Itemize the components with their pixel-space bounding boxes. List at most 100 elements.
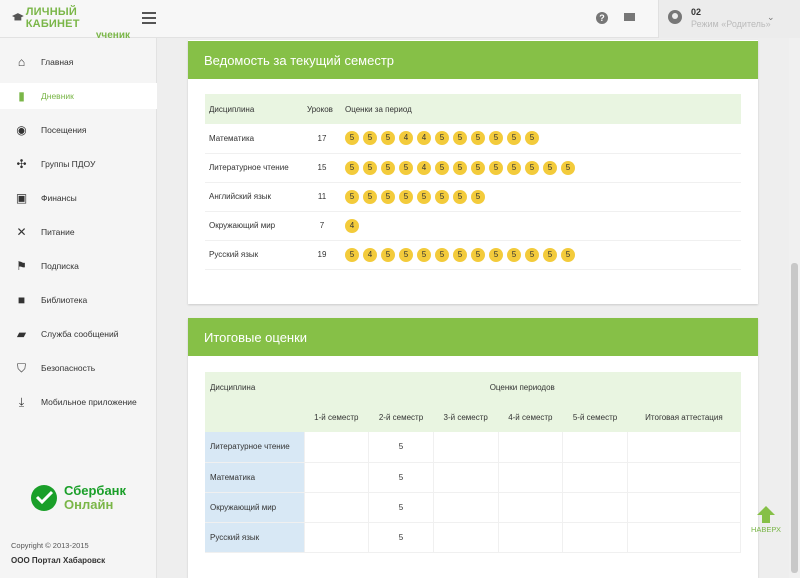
- grade-badge[interactable]: 5: [345, 247, 359, 262]
- sidebar-item-3[interactable]: ◉ Посещения: [0, 117, 157, 143]
- sidebar: ⌂ Главная ▮ Дневник ◉ Посещения ✣ Группы ПДОУ ▣ Ф…: [0, 38, 157, 578]
- grades-cell: 5555455555555: [341, 153, 741, 183]
- grade-badge[interactable]: 5: [435, 247, 449, 262]
- grade-badge[interactable]: 5: [525, 160, 539, 175]
- grade-badge[interactable]: 5: [525, 247, 539, 262]
- grade-cell: [627, 522, 742, 553]
- table-row: Русский язык 5: [205, 522, 742, 553]
- grade-badge[interactable]: 5: [525, 131, 539, 146]
- grade-cell: [304, 462, 370, 493]
- grade-badge[interactable]: 5: [381, 160, 395, 175]
- grade-badge[interactable]: 5: [561, 160, 575, 175]
- sidebar-item-label: Финансы: [41, 193, 77, 203]
- sidebar-item-11[interactable]: ⤓ Мобильное приложение: [0, 389, 157, 415]
- company-name: ООО Портал Хабаровск: [11, 556, 106, 565]
- semester-table: Дисциплина Уроков Оценки за период Матем…: [205, 94, 741, 270]
- col-discipline: Дисциплина: [205, 372, 304, 402]
- grade-badge[interactable]: 5: [543, 160, 557, 175]
- mail-icon[interactable]: [624, 13, 635, 21]
- grade-badge[interactable]: 5: [471, 160, 485, 175]
- grade-badge[interactable]: 5: [453, 189, 467, 204]
- grade-badge[interactable]: 5: [561, 247, 575, 262]
- user-menu[interactable]: 02 Режим «Родитель» ⌄: [658, 0, 800, 38]
- scrollbar[interactable]: [789, 38, 800, 578]
- grade-badge[interactable]: 5: [435, 131, 449, 146]
- grade-badge[interactable]: 5: [507, 131, 521, 146]
- sidebar-item-5[interactable]: ▣ Финансы: [0, 185, 157, 211]
- table-row: Английский язык 11 5 5 5 5 5 5 5 5: [205, 182, 741, 212]
- grade-badge[interactable]: 4: [417, 160, 431, 175]
- sidebar-item-1[interactable]: ⌂ Главная: [0, 49, 157, 75]
- grade-cell: 5: [368, 522, 434, 553]
- grade-badge[interactable]: 5: [381, 189, 395, 204]
- grade-badge[interactable]: 5: [471, 131, 485, 146]
- grade-badge[interactable]: 5: [489, 247, 503, 262]
- subject-cell: Литературное чтение: [205, 432, 305, 463]
- grade-cell: [433, 462, 499, 493]
- grade-badge[interactable]: 5: [417, 189, 431, 204]
- grade-badge[interactable]: 5: [471, 247, 485, 262]
- sidebar-item-10[interactable]: ⛉ Безопасность: [0, 355, 157, 381]
- scrollbar-thumb[interactable]: [791, 263, 798, 573]
- period-header: 5-й семестр: [562, 402, 628, 432]
- scroll-to-top-button[interactable]: НАВЕРХ: [748, 506, 784, 534]
- grade-cell: [304, 432, 370, 463]
- grade-badge[interactable]: 5: [363, 160, 377, 175]
- grade-badge[interactable]: 5: [453, 160, 467, 175]
- lessons-cell: 15: [303, 153, 341, 183]
- grade-badge[interactable]: 5: [399, 247, 413, 262]
- grades-cell: 55544555555: [341, 124, 741, 154]
- home-icon: ⌂: [17, 55, 26, 69]
- grade-badge[interactable]: 5: [399, 160, 413, 175]
- subject-cell: Литературное чтение: [205, 153, 303, 183]
- grade-badge[interactable]: 5: [345, 131, 359, 146]
- grades-cell: 5455555555555: [341, 240, 741, 270]
- grade-badge[interactable]: 5: [363, 189, 377, 204]
- grade-badge[interactable]: 5: [507, 160, 521, 175]
- sber-title: Сбербанк: [64, 483, 127, 498]
- semester-card: Ведомость за текущий семестр Дисциплина …: [188, 40, 758, 304]
- sidebar-item-6[interactable]: ✕ Питание: [0, 219, 157, 245]
- grade-badge[interactable]: 5: [507, 247, 521, 262]
- table-row: Окружающий мир 5: [205, 492, 742, 523]
- sidebar-item-7[interactable]: ⚑ Подписка: [0, 253, 157, 279]
- grade-badge[interactable]: 5: [453, 131, 467, 146]
- site-logo[interactable]: ЛИЧНЫЙ КАБИНЕТ ученик: [12, 6, 132, 41]
- sidebar-item-label: Дневник: [41, 91, 74, 101]
- grade-badge[interactable]: 5: [489, 160, 503, 175]
- grade-badge[interactable]: 4: [363, 247, 377, 262]
- grade-badge[interactable]: 5: [363, 131, 377, 146]
- grade-cell: [498, 492, 564, 523]
- sidebar-item-label: Безопасность: [41, 363, 96, 373]
- grade-badge[interactable]: 5: [435, 160, 449, 175]
- sidebar-item-8[interactable]: ■ Библиотека: [0, 287, 157, 313]
- grade-badge[interactable]: 5: [345, 189, 359, 204]
- grade-badge[interactable]: 5: [471, 189, 485, 204]
- grade-badge[interactable]: 5: [381, 131, 395, 146]
- final-grades-title: Итоговые оценки: [188, 318, 758, 356]
- menu-toggle-icon[interactable]: [142, 12, 156, 24]
- grade-cell: [562, 522, 628, 553]
- grade-badge[interactable]: 5: [345, 160, 359, 175]
- grade-badge[interactable]: 4: [399, 131, 413, 146]
- grade-badge[interactable]: 5: [543, 247, 557, 262]
- grade-badge[interactable]: 5: [489, 131, 503, 146]
- grade-badge[interactable]: 5: [435, 189, 449, 204]
- grade-badge[interactable]: 4: [417, 131, 431, 146]
- grade-cell: [304, 492, 370, 523]
- grades-cell: 55555555: [341, 182, 741, 212]
- grade-badge[interactable]: 5: [399, 189, 413, 204]
- grade-cell: 5: [368, 432, 434, 463]
- grade-badge[interactable]: 5: [381, 247, 395, 262]
- sidebar-item-9[interactable]: ▰ Служба сообщений: [0, 321, 157, 347]
- period-header: 3-й семестр: [433, 402, 499, 432]
- copyright: Copyright © 2013-2015: [11, 541, 89, 550]
- help-icon[interactable]: ?: [596, 12, 608, 24]
- attendance-icon: ◉: [16, 123, 27, 137]
- grade-badge[interactable]: 5: [417, 247, 431, 262]
- sidebar-item-2[interactable]: ▮ Дневник: [0, 83, 157, 109]
- sberbank-online-link[interactable]: Сбербанк Онлайн: [30, 484, 126, 512]
- sidebar-item-4[interactable]: ✣ Группы ПДОУ: [0, 151, 157, 177]
- grade-badge[interactable]: 4: [345, 218, 359, 233]
- grade-badge[interactable]: 5: [453, 247, 467, 262]
